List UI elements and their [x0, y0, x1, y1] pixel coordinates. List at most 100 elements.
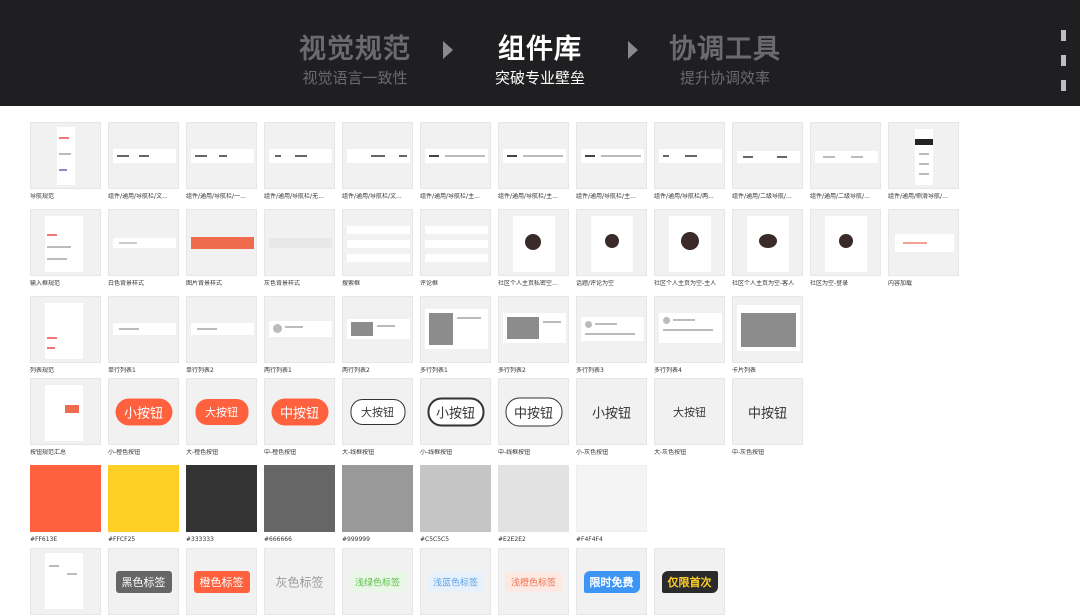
thumbnail: [732, 122, 803, 189]
component-card[interactable]: 社区为空-登录: [810, 209, 881, 288]
color-card[interactable]: #FFCF25: [108, 465, 179, 544]
component-card[interactable]: 小按钮 小-灰色按钮: [576, 378, 647, 457]
orange-tag: 橙色标签: [193, 570, 250, 593]
component-card[interactable]: 多行列表3: [576, 296, 647, 375]
component-card[interactable]: 浅橙色标签: [498, 548, 569, 615]
thumbnail: [342, 209, 413, 276]
component-card[interactable]: 组件/通用/导航栏/主...: [420, 122, 491, 201]
thumbnail: [498, 209, 569, 276]
small-orange-button[interactable]: 小按钮: [114, 398, 173, 425]
card-caption: 组件/通用/导航栏/主...: [576, 193, 636, 200]
component-card[interactable]: 两行列表2: [342, 296, 413, 375]
component-card[interactable]: [30, 548, 101, 615]
card-caption: 组件/通用/二级导航/...: [732, 193, 792, 200]
component-card[interactable]: 中按钮 中-线框按钮: [498, 378, 569, 457]
component-card[interactable]: 两行列表1: [264, 296, 335, 375]
component-card[interactable]: 社区个人主页为空-客人: [732, 209, 803, 288]
card-caption: 导航规范: [30, 193, 55, 200]
component-card[interactable]: 限时免费: [576, 548, 647, 615]
component-card[interactable]: 橙色标签: [186, 548, 257, 615]
color-swatch: [186, 465, 257, 532]
component-card[interactable]: 评论框: [420, 209, 491, 288]
thumbnail: 中按钮: [732, 378, 803, 445]
component-card[interactable]: 组件/通用/导航栏/文...: [108, 122, 179, 201]
component-card[interactable]: 组件/通用/二级导航/...: [810, 122, 881, 201]
component-card[interactable]: 组件/通用/导航栏/两...: [654, 122, 725, 201]
large-orange-button[interactable]: 大按钮: [195, 398, 248, 425]
color-card[interactable]: #999999: [342, 465, 413, 544]
component-card[interactable]: 多行列表4: [654, 296, 725, 375]
component-card[interactable]: 话题/评论为空: [576, 209, 647, 288]
component-card[interactable]: 灰色标签: [264, 548, 335, 615]
step-visual-spec[interactable]: 视觉规范 视觉语言一致性: [298, 34, 412, 88]
component-card[interactable]: 社区个人主页为空-主人: [654, 209, 725, 288]
thumbnail: [420, 122, 491, 189]
step-title: 视觉规范: [299, 34, 411, 65]
component-card[interactable]: 社区个人主页私密空...: [498, 209, 569, 288]
small-gray-button[interactable]: 小按钮: [592, 402, 631, 421]
card-caption: 大-线框按钮: [342, 449, 375, 456]
component-card[interactable]: 搜索框: [342, 209, 413, 288]
component-card[interactable]: 中按钮 中-橙色按钮: [264, 378, 335, 457]
color-card[interactable]: #666666: [264, 465, 335, 544]
header-banner: 视觉规范 视觉语言一致性 组件库 突破专业壁垒 协调工具 提升协调效率: [0, 0, 1080, 106]
component-card[interactable]: 组件/通用/导航栏/一...: [186, 122, 257, 201]
mid-orange-button[interactable]: 中按钮: [270, 398, 329, 425]
component-card[interactable]: 黑色标签: [108, 548, 179, 615]
card-caption: 输入框规范: [30, 280, 61, 287]
color-card[interactable]: #C5C5C5: [420, 465, 491, 544]
mid-line-button[interactable]: 中按钮: [504, 397, 563, 426]
component-card[interactable]: 单行列表1: [108, 296, 179, 375]
thumbnail: [576, 122, 647, 189]
large-line-button[interactable]: 大按钮: [350, 398, 405, 425]
thumbnail: [810, 209, 881, 276]
component-card[interactable]: 大按钮 大-橙色按钮: [186, 378, 257, 457]
component-card[interactable]: 卡片列表: [732, 296, 803, 375]
step-collab-tools[interactable]: 协调工具 提升协调效率: [668, 34, 782, 88]
step-subtitle: 视觉语言一致性: [302, 69, 408, 87]
color-card[interactable]: #E2E2E2: [498, 465, 569, 544]
component-card[interactable]: 列表规范: [30, 296, 101, 375]
component-card[interactable]: 输入框规范: [30, 209, 101, 288]
component-card[interactable]: 组件/通用/导航栏/主...: [498, 122, 569, 201]
component-card[interactable]: 组件/通用/二级导航/...: [732, 122, 803, 201]
thumbnail: [30, 122, 101, 189]
component-card[interactable]: 多行列表1: [420, 296, 491, 375]
small-line-button[interactable]: 小按钮: [426, 397, 485, 426]
color-card[interactable]: #333333: [186, 465, 257, 544]
component-card[interactable]: 组件/通用/导航栏/文...: [342, 122, 413, 201]
mid-gray-button[interactable]: 中按钮: [748, 402, 787, 421]
thumbnail: [186, 209, 257, 276]
large-gray-button[interactable]: 大按钮: [673, 404, 706, 420]
component-card[interactable]: 灰色背景样式: [264, 209, 335, 288]
step-title: 协调工具: [669, 34, 781, 65]
component-card[interactable]: 导航规范: [30, 122, 101, 201]
component-card[interactable]: 小按钮 小-橙色按钮: [108, 378, 179, 457]
light-orange-tag: 浅橙色标签: [504, 572, 563, 591]
component-card[interactable]: 浅绿色标签: [342, 548, 413, 615]
thumbnail: [186, 122, 257, 189]
component-card[interactable]: 单行列表2: [186, 296, 257, 375]
card-caption: 组件/通用/二级导航/...: [810, 193, 870, 200]
thumbnail: [888, 122, 959, 189]
color-code: #FFCF25: [108, 536, 136, 543]
component-card[interactable]: 组件/通用/导航栏/无...: [264, 122, 335, 201]
component-card[interactable]: 多行列表2: [498, 296, 569, 375]
component-card[interactable]: 内容加载: [888, 209, 959, 288]
more-icon[interactable]: [1061, 30, 1066, 105]
card-caption: 组件/通用/导航栏/文...: [342, 193, 402, 200]
component-card[interactable]: 中按钮 中-灰色按钮: [732, 378, 803, 457]
component-card[interactable]: 按钮规范汇总: [30, 378, 101, 457]
component-card[interactable]: 浅蓝色标签: [420, 548, 491, 615]
color-card[interactable]: #FF613E: [30, 465, 101, 544]
color-card[interactable]: #F4F4F4: [576, 465, 647, 544]
component-card[interactable]: 图片背景样式: [186, 209, 257, 288]
component-card[interactable]: 组件/通用/导航栏/主...: [576, 122, 647, 201]
component-card[interactable]: 小按钮 小-线框按钮: [420, 378, 491, 457]
component-card[interactable]: 白色背景样式: [108, 209, 179, 288]
component-card[interactable]: 大按钮大-线框按钮: [342, 378, 413, 457]
component-card[interactable]: 大按钮 大-灰色按钮: [654, 378, 725, 457]
step-component-library[interactable]: 组件库 突破专业壁垒: [492, 34, 588, 88]
component-card[interactable]: 组件/通用/侧滑导航/...: [888, 122, 959, 201]
component-card[interactable]: 仅限首次: [654, 548, 725, 615]
